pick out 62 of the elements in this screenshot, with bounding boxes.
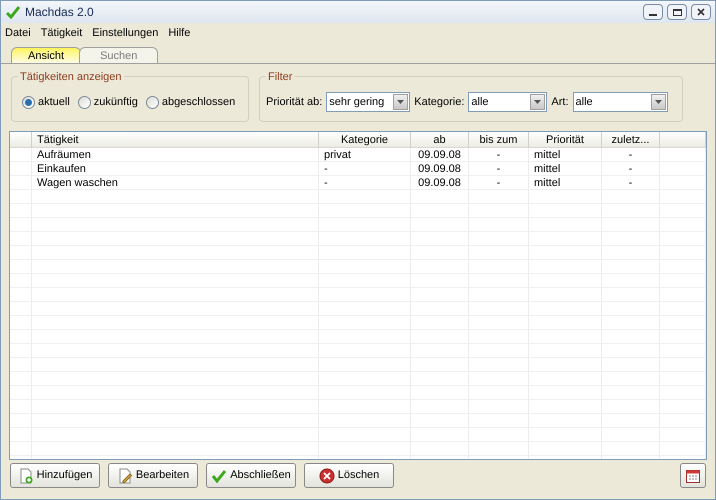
- window-title: Machdas 2.0: [25, 4, 94, 21]
- menu-item[interactable]: Tätigkeit: [40, 24, 82, 42]
- table-cell: privat: [319, 148, 411, 161]
- table-cell: -: [602, 162, 660, 175]
- close-button[interactable]: [691, 4, 711, 20]
- radio-button[interactable]: [146, 96, 159, 108]
- table-cell: -: [602, 176, 660, 189]
- delete-icon: [318, 468, 335, 484]
- radio-button[interactable]: [22, 96, 35, 108]
- field-label: Priorität ab:: [266, 94, 322, 110]
- tab[interactable]: Suchen: [79, 47, 158, 63]
- column-header[interactable]: bis zum: [469, 132, 529, 147]
- minimize-button[interactable]: [643, 4, 663, 20]
- add-document-icon: [18, 468, 34, 484]
- maximize-button[interactable]: [667, 4, 687, 20]
- dropdown[interactable]: alle: [468, 92, 548, 112]
- table-cell: mittel: [529, 162, 602, 175]
- field-label: Kategorie:: [414, 94, 464, 110]
- caret-icon: [534, 100, 542, 104]
- field-label: Art:: [551, 94, 569, 110]
- table-cell: -: [602, 148, 660, 161]
- column-header[interactable]: ab: [411, 132, 469, 147]
- group-title: Tätigkeiten anzeigen: [18, 69, 124, 86]
- caret-icon: [397, 100, 404, 104]
- edit-document-icon: [116, 468, 133, 484]
- action-button[interactable]: Abschließen: [206, 463, 296, 488]
- action-button[interactable]: Löschen: [304, 463, 394, 488]
- calendar-icon: [685, 468, 701, 484]
- table-cell: Einkaufen: [32, 162, 319, 175]
- table-cell: 09.09.08: [411, 148, 469, 161]
- table-cell: -: [469, 148, 529, 161]
- table-cell: 09.09.08: [411, 176, 469, 189]
- table-cell: -: [319, 162, 411, 175]
- checkmark-icon: [5, 4, 21, 20]
- table-cell: -: [469, 162, 529, 175]
- radio-button[interactable]: [78, 96, 91, 108]
- table-cell: -: [319, 176, 411, 189]
- caret-icon: [654, 100, 662, 104]
- menu-item[interactable]: Hilfe: [168, 24, 190, 42]
- dropdown[interactable]: sehr gering: [326, 92, 410, 112]
- radio-label: zukünftig: [94, 94, 138, 110]
- radio-label: aktuell: [38, 94, 70, 110]
- column-header[interactable]: Kategorie: [319, 132, 411, 147]
- action-button[interactable]: Hinzufügen: [10, 463, 100, 488]
- menu-item[interactable]: Einstellungen: [92, 24, 158, 42]
- table-cell: 09.09.08: [411, 162, 469, 175]
- checkmark-icon: [211, 468, 228, 484]
- calendar-button[interactable]: [680, 463, 706, 488]
- column-header[interactable]: zuletz...: [602, 132, 660, 147]
- action-button[interactable]: Bearbeiten: [108, 463, 198, 488]
- radio-label: abgeschlossen: [162, 94, 236, 110]
- table-cell: mittel: [529, 176, 602, 189]
- table-cell: Aufräumen: [32, 148, 319, 161]
- column-header[interactable]: Priorität: [529, 132, 602, 147]
- tab[interactable]: Ansicht: [11, 47, 82, 63]
- dropdown[interactable]: alle: [572, 92, 668, 112]
- column-header[interactable]: Tätigkeit: [32, 132, 319, 147]
- table-cell: mittel: [529, 148, 602, 161]
- menu-item[interactable]: Datei: [5, 24, 31, 42]
- close-icon: [697, 8, 705, 16]
- table-cell: Wagen waschen: [32, 176, 319, 189]
- table-cell: -: [469, 176, 529, 189]
